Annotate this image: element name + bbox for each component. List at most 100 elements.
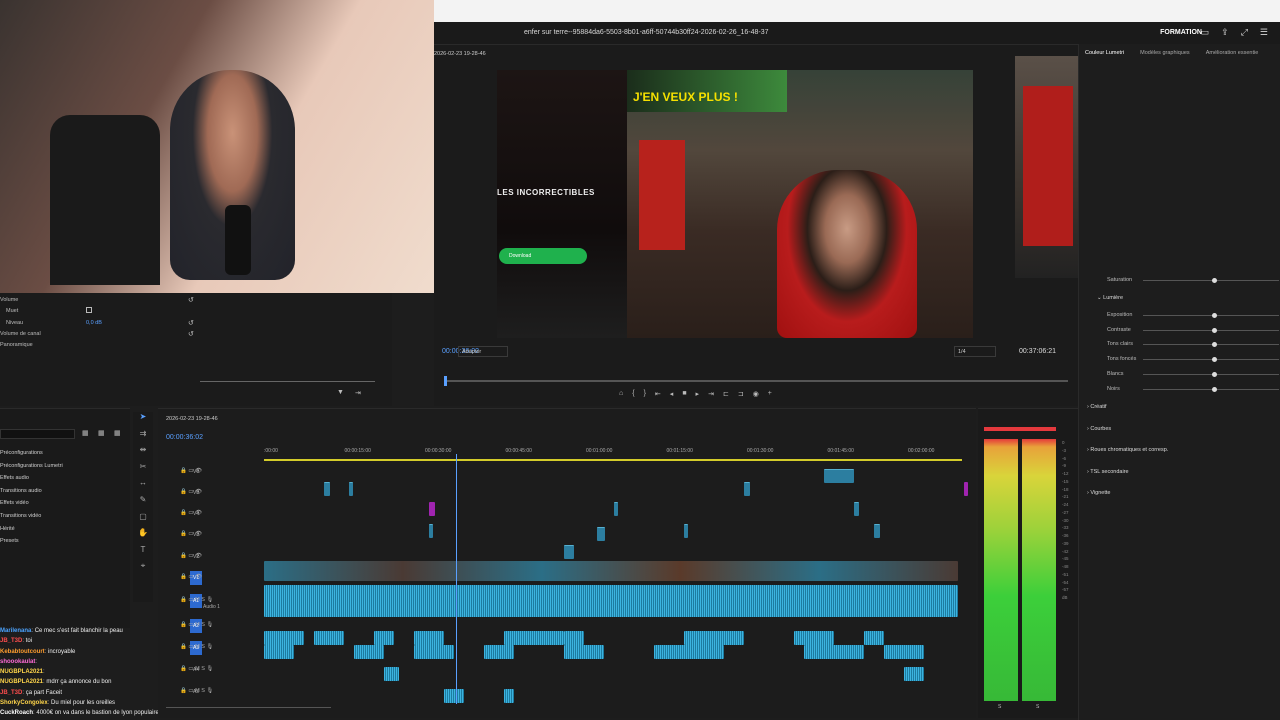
saturation-slider[interactable] xyxy=(1143,280,1279,281)
go-out-icon[interactable]: ⇥ xyxy=(708,390,714,398)
light-row-knob[interactable] xyxy=(1212,371,1217,377)
step-forward-icon[interactable]: ▸ xyxy=(696,390,700,398)
audio-clip[interactable] xyxy=(264,645,294,659)
share-icon[interactable]: ⇪ xyxy=(1221,27,1229,38)
slip-icon[interactable]: ↔ xyxy=(133,478,153,495)
v1-clip-strip[interactable] xyxy=(264,561,958,581)
effects-list-item[interactable]: Transitions audio xyxy=(0,485,63,498)
type-icon[interactable]: T xyxy=(133,545,153,562)
track-controls[interactable]: 🔒 ▭ M S 🎙 xyxy=(180,666,266,672)
audio-clip[interactable] xyxy=(884,645,924,659)
workspace-label[interactable]: FORMATION xyxy=(1160,29,1202,36)
timeline-playhead[interactable] xyxy=(456,454,457,704)
chat-username[interactable]: Kebabtoutcourt xyxy=(0,649,45,655)
video-clip[interactable] xyxy=(564,545,574,559)
timeline-timecode[interactable]: 00:00:36:02 xyxy=(166,434,203,441)
rectangle-icon[interactable]: ▢ xyxy=(133,512,153,529)
mark-in-icon[interactable]: { xyxy=(632,390,634,398)
extract-icon[interactable]: ⊐ xyxy=(738,390,744,398)
tab-essential-sound[interactable]: Amélioration essentie xyxy=(1206,50,1259,56)
resolution-dropdown[interactable]: 1/4 xyxy=(954,346,996,357)
chat-username[interactable]: ShorkyCongolex xyxy=(0,700,48,706)
tab-lumetri-color[interactable]: Couleur Lumetri xyxy=(1085,50,1124,56)
a1-clip-strip[interactable] xyxy=(264,585,958,617)
chat-username[interactable]: CuckRoach xyxy=(0,710,33,716)
marker-icon[interactable]: ⌂ xyxy=(619,390,623,398)
fit-dropdown[interactable]: Adapter xyxy=(458,346,508,357)
saturation-knob[interactable] xyxy=(1212,278,1217,283)
solo-left[interactable]: S xyxy=(998,704,1001,710)
video-clip[interactable] xyxy=(324,482,330,496)
mute-checkbox[interactable] xyxy=(86,307,92,313)
light-row-slider[interactable] xyxy=(1143,315,1279,316)
hand-icon[interactable]: ✋ xyxy=(133,528,153,545)
timeline-zoom-scroll[interactable] xyxy=(166,707,331,708)
light-row-knob[interactable] xyxy=(1212,327,1217,333)
effects-list-item[interactable]: Hérité xyxy=(0,523,63,536)
track-controls[interactable]: 🔒 ▭ 👁 xyxy=(180,489,266,495)
light-row-slider[interactable] xyxy=(1143,329,1279,331)
tab-graphic-templates[interactable]: Modèles graphiques xyxy=(1140,50,1190,56)
audio-clip[interactable] xyxy=(414,631,444,645)
track-controls[interactable]: 🔒 ▭ 👁 xyxy=(180,468,266,474)
audio-clip[interactable] xyxy=(864,631,884,645)
timeline-sequence-tab[interactable]: 2026-02-23 19-28-46 xyxy=(166,416,218,422)
audio-clip[interactable] xyxy=(444,689,464,703)
effects-list-item[interactable]: Effets vidéo xyxy=(0,497,63,510)
selection-tool-icon[interactable]: ➤ xyxy=(133,412,153,429)
track-controls[interactable]: 🔒 ▭ M S 🎙 xyxy=(180,644,266,650)
audio-clip[interactable] xyxy=(904,667,924,681)
light-row-slider[interactable] xyxy=(1143,344,1279,346)
effects-list-item[interactable]: Transitions vidéo xyxy=(0,510,63,523)
menu-icon[interactable]: ☰ xyxy=(1260,27,1268,38)
reset-icon[interactable]: ↺ xyxy=(188,319,194,327)
video-clip[interactable] xyxy=(429,524,433,538)
chat-username[interactable]: NUGBPLA2021 xyxy=(0,679,43,685)
light-section[interactable]: ⌄ Lumière xyxy=(1097,295,1123,301)
track-controls[interactable]: 🔒 ▭ M S 🎙 xyxy=(180,622,266,628)
video-clip[interactable] xyxy=(614,502,618,516)
video-clip[interactable] xyxy=(854,502,859,516)
audio-clip[interactable] xyxy=(654,645,724,659)
chat-username[interactable]: JB_T3D xyxy=(0,690,22,696)
lumetri-section[interactable]: › Courbes xyxy=(1087,426,1111,432)
effects-list-item[interactable]: Préconfigurations Lumetri xyxy=(0,460,63,473)
effects-search-input[interactable] xyxy=(0,429,75,439)
chat-username[interactable]: Marilenana xyxy=(0,628,31,634)
lumetri-section[interactable]: › Roues chromatiques et corresp. xyxy=(1087,447,1168,453)
mark-out-icon[interactable]: } xyxy=(644,390,646,398)
lift-icon[interactable]: ⊏ xyxy=(723,390,729,398)
fullscreen-icon[interactable]: ⤢ xyxy=(1241,27,1248,38)
level-value[interactable]: 0,0 dB xyxy=(86,320,102,326)
track-controls[interactable]: 🔒 ▭ 👁 xyxy=(180,510,266,516)
export-frame-icon[interactable]: ◉ xyxy=(753,390,759,398)
program-scrub-bar[interactable] xyxy=(444,380,1068,382)
audio-clip[interactable] xyxy=(314,631,344,645)
chat-username[interactable]: shoookaulat xyxy=(0,659,35,665)
light-row-slider[interactable] xyxy=(1143,373,1279,375)
bin-icon[interactable]: ▦ xyxy=(114,429,121,437)
bin-icon[interactable]: ▦ xyxy=(98,429,105,437)
program-viewer[interactable]: LES INCORRECTIBLES Download J'EN VEUX PL… xyxy=(497,70,973,338)
audio-clip[interactable] xyxy=(374,631,394,645)
audio-clip[interactable] xyxy=(684,631,744,645)
audio-clip[interactable] xyxy=(504,631,564,645)
track-controls[interactable]: 🔒 ▭ 👁 xyxy=(180,553,266,559)
stop-icon[interactable]: ■ xyxy=(682,390,686,398)
pen-icon[interactable]: ✎ xyxy=(133,495,153,512)
ripple-edit-icon[interactable]: ⇹ xyxy=(133,445,153,462)
chat-username[interactable]: NUGBPLA2021 xyxy=(0,669,43,675)
panel-icon[interactable]: ▭ xyxy=(1201,27,1210,38)
video-clip[interactable] xyxy=(597,527,605,541)
audio-clip[interactable] xyxy=(504,689,514,703)
audio-clip[interactable] xyxy=(354,645,384,659)
video-clip[interactable] xyxy=(744,482,750,496)
light-row-knob[interactable] xyxy=(1212,313,1217,318)
program-playhead[interactable] xyxy=(444,376,447,386)
light-row-slider[interactable] xyxy=(1143,388,1279,390)
track-controls[interactable]: 🔒 ▭ 👁 xyxy=(180,531,266,537)
video-clip[interactable] xyxy=(349,482,353,496)
audio-clip[interactable] xyxy=(384,667,399,681)
lumetri-section[interactable]: › Vignette xyxy=(1087,490,1110,496)
track-select-icon[interactable]: ⇉ xyxy=(133,429,153,446)
